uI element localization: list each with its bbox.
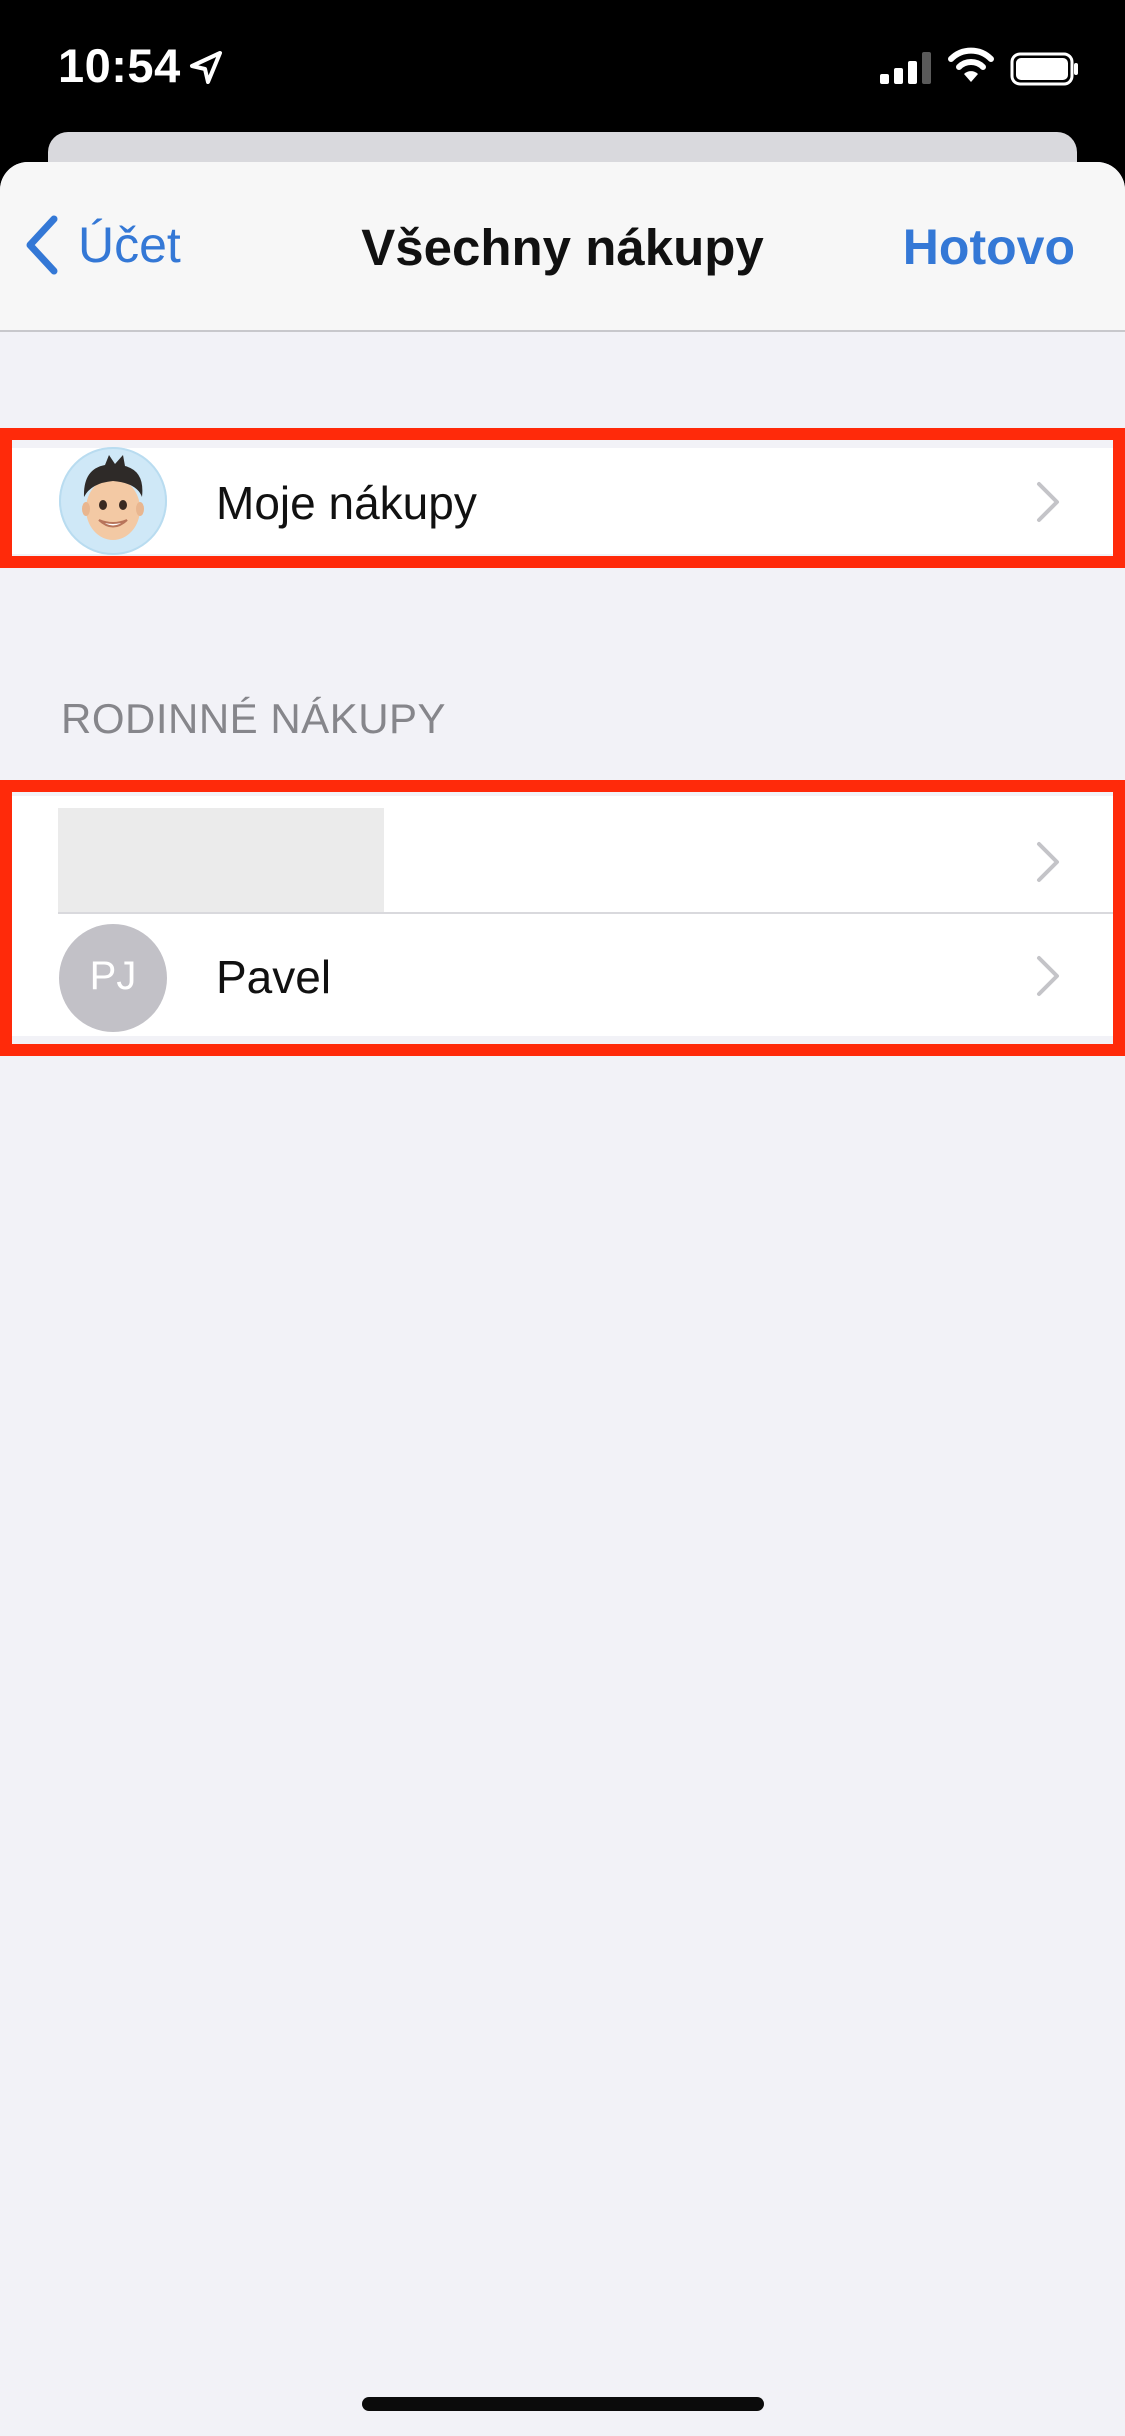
memoji-avatar xyxy=(59,447,167,555)
my-purchases-label: Moje nákupy xyxy=(216,477,477,529)
status-bar: 10:54 xyxy=(0,0,1125,135)
cellular-signal-icon xyxy=(880,52,931,84)
home-indicator[interactable] xyxy=(362,2397,764,2411)
location-arrow-icon xyxy=(190,51,222,84)
avatar-initials: PJ xyxy=(89,954,137,998)
family-member-row[interactable] xyxy=(0,796,1125,924)
initials-avatar: PJ xyxy=(59,924,167,1032)
purchases-sheet: Účet Všechny nákupy Hotovo Moje nákupy R… xyxy=(0,162,1125,2436)
done-button[interactable]: Hotovo xyxy=(903,218,1075,276)
my-purchases-row[interactable]: Moje nákupy xyxy=(0,447,1125,555)
redacted-content xyxy=(58,808,384,914)
navigation-bar: Účet Všechny nákupy Hotovo xyxy=(0,162,1125,332)
battery-icon xyxy=(1010,52,1078,86)
section-header-family: RODINNÉ NÁKUPY xyxy=(61,695,447,742)
chevron-right-icon xyxy=(1037,482,1059,522)
wifi-icon xyxy=(948,47,994,82)
chevron-right-icon xyxy=(1037,842,1059,882)
status-time: 10:54 xyxy=(58,39,181,92)
family-member-row[interactable]: PJ Pavel xyxy=(0,914,1125,1036)
memoji-face-icon xyxy=(59,447,167,555)
family-member-label: Pavel xyxy=(216,951,332,1003)
chevron-right-icon xyxy=(1037,956,1059,996)
